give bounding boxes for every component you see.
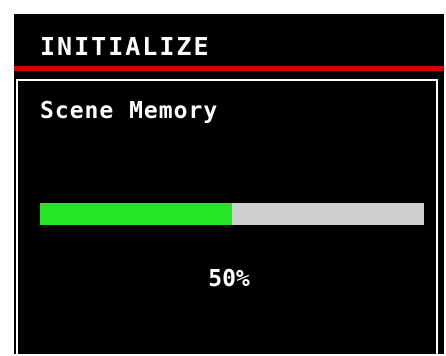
title-divider [14, 66, 444, 71]
progress-bar [40, 203, 424, 225]
initialize-screen: INITIALIZE Scene Memory 50% [14, 14, 444, 354]
screen-title: INITIALIZE [40, 32, 211, 61]
title-bar: INITIALIZE [14, 14, 444, 66]
progress-percent: 50% [208, 266, 250, 292]
progress-bar-fill [40, 203, 232, 225]
task-label: Scene Memory [40, 98, 219, 124]
loading-panel: Scene Memory 50% [16, 79, 438, 354]
